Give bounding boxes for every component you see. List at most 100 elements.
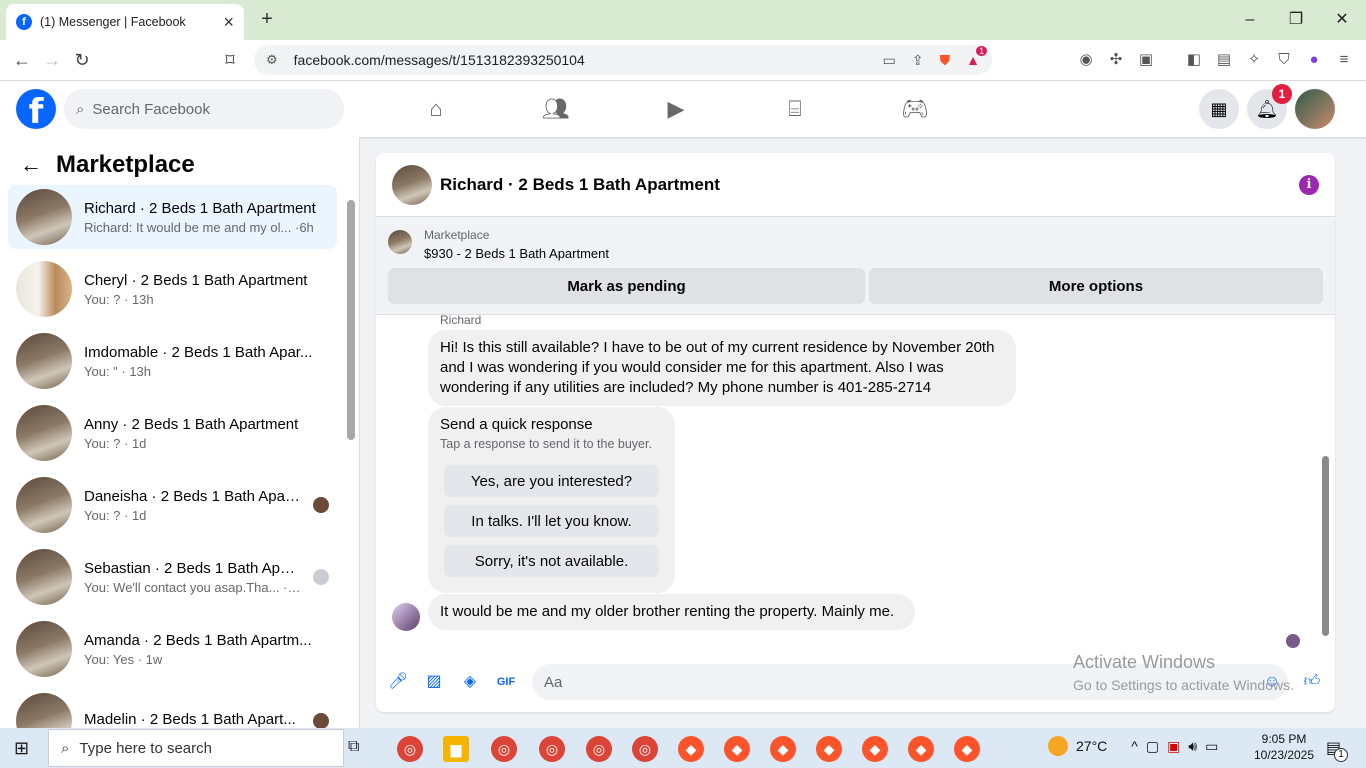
share-icon[interactable]: ⇪ [912,52,924,69]
quick-response-button[interactable]: Yes, are you interested? [444,465,659,497]
brave-shield-icon[interactable]: ⛊ [940,52,951,69]
leo-ai-icon[interactable]: ✧ [1244,50,1264,70]
conversation-item[interactable]: Anny · 2 Beds 1 Bath Apartment You: ? · 1… [8,401,337,465]
minimize-icon[interactable]: – [1230,6,1270,34]
back-arrow-icon[interactable]: ← [20,152,42,178]
listing-thumbnail [16,189,72,245]
vpn-icon[interactable]: ⛉ [1274,50,1294,70]
network-icon[interactable]: ▭ [1205,738,1218,755]
sidebar-icon[interactable]: ◧ [1184,50,1204,70]
acrobat-icon[interactable]: ▣ [1167,738,1180,755]
file-explorer-icon[interactable]: ▆ [443,736,469,762]
weather-sun-icon[interactable] [1048,736,1068,756]
weather-temp[interactable]: 27°C [1076,738,1107,754]
windows-start-icon[interactable]: ⊞ [14,738,29,759]
list-scrollbar[interactable] [347,200,355,440]
install-icon[interactable]: ▭ [883,52,896,69]
conversation-item[interactable]: Daneisha · 2 Beds 1 Bath Apar... You: ? ·… [8,473,337,537]
menu-grid-icon[interactable]: ▦ [1199,89,1239,129]
conversation-preview: You: " · 13h [84,363,152,379]
microphone-icon[interactable]: 🎤︎ [388,672,408,692]
brave-icon[interactable]: ◆ [816,736,842,762]
sender-avatar[interactable] [392,603,420,631]
brave-icon[interactable]: ◆ [678,736,704,762]
profile-icon[interactable]: ● [1304,50,1324,70]
chrome-profile-icon[interactable]: ◎ [586,736,612,762]
marketplace-label: Marketplace [424,228,490,242]
brave-icon[interactable]: ◆ [862,736,888,762]
listing-thumbnail [16,621,72,677]
url-text: facebook.com/messages/t/1513182393250104 [293,52,585,68]
brave-icon[interactable]: ◆ [724,736,750,762]
bookmark-icon[interactable]: ⌑ [218,48,242,72]
mark-as-pending-button[interactable]: Mark as pending [388,268,865,304]
close-tab-icon[interactable]: × [223,12,234,33]
facebook-logo-icon[interactable]: f [16,89,56,132]
conversation-item[interactable]: Richard · 2 Beds 1 Bath Apartment Richard… [8,185,337,249]
facebook-search[interactable]: ⌕ Search Facebook [64,89,344,129]
brave-icon[interactable]: ◆ [770,736,796,762]
task-view-icon[interactable]: ⧉ [348,738,359,756]
tab-search-icon[interactable]: ▣ [1136,50,1156,70]
conversation-name: Anny · 2 Beds 1 Bath Apartment [84,415,299,433]
chrome-icon[interactable]: ◎ [397,736,423,762]
listing-thumbnail[interactable] [392,164,432,205]
chrome-profile-icon[interactable]: ◎ [491,736,517,762]
chat-title[interactable]: Richard · 2 Beds 1 Bath Apartment [440,175,720,195]
search-input[interactable]: Search Facebook [92,101,210,118]
info-icon[interactable]: i [1299,174,1319,195]
extensions-icon[interactable]: ✣ [1106,50,1126,70]
forward-icon[interactable]: → [40,48,64,72]
chat-scrollbar[interactable] [1322,456,1329,636]
conversation-item[interactable]: Sebastian · 2 Beds 1 Bath Apar... You: We… [8,545,337,609]
photo-icon[interactable]: ▨ [424,672,444,692]
video-icon[interactable]: ▶ [661,94,691,124]
meet-icon[interactable]: ▢ [1146,738,1159,755]
chrome-profile-icon[interactable]: ◎ [539,736,565,762]
listing-title[interactable]: $930 - 2 Beds 1 Bath Apartment [424,246,609,261]
conversation-item[interactable]: Cheryl · 2 Beds 1 Bath Apartment You: ? ·… [8,257,337,321]
conversation-preview: You: We'll contact you asap.Tha... · 1d [84,579,301,595]
friends-icon[interactable]: 👥︎ [541,94,571,124]
conversation-item[interactable]: Imdomable · 2 Beds 1 Bath Apar... You: " … [8,329,337,393]
sticker-icon[interactable]: ◈ [460,672,480,692]
taskbar-search[interactable]: ⌕ Type here to search [48,729,344,767]
account-avatar[interactable] [1295,89,1335,129]
site-info-icon[interactable]: ⚙ [266,52,278,68]
gif-icon[interactable]: GIF [496,672,516,692]
like-thumb-icon[interactable]: 👍︎ [1302,672,1322,692]
maximize-icon[interactable]: ❐ [1276,6,1316,34]
listing-thumbnail [16,549,72,605]
menu-icon[interactable]: ≡ [1334,50,1354,70]
message-bubble[interactable]: Hi! Is this still available? I have to b… [428,330,1016,406]
wallet-icon[interactable]: ▤ [1214,50,1234,70]
new-tab-icon[interactable]: + [256,8,278,30]
facebook-favicon-icon: f [16,14,32,30]
browser-tab[interactable]: f (1) Messenger | Facebook × [6,4,244,40]
brave-icon[interactable]: ◆ [954,736,980,762]
brave-icon[interactable]: ◆ [908,736,934,762]
listing-thumbnail [16,405,72,461]
marketplace-icon[interactable]: ⌸ [780,94,810,124]
seen-avatar [1286,634,1300,648]
window-close-icon[interactable]: ✕ [1322,6,1362,34]
volume-icon[interactable]: 🔊︎ [1188,738,1197,755]
back-icon[interactable]: ← [10,48,34,72]
home-icon[interactable]: ⌂ [421,94,451,124]
quick-response-button[interactable]: In talks. I'll let you know. [444,505,659,537]
reload-icon[interactable]: ↻ [70,48,94,72]
conversation-name: Richard · 2 Beds 1 Bath Apartment [84,199,316,217]
record-icon[interactable]: ◉ [1076,50,1096,70]
more-options-button[interactable]: More options [869,268,1323,304]
message-bubble[interactable]: It would be me and my older brother rent… [428,594,915,630]
conversation-item[interactable]: Amanda · 2 Beds 1 Bath Apartm... You: Yes… [8,617,337,681]
tray-chevron-icon[interactable]: ^ [1131,738,1138,754]
taskbar-search-input[interactable]: Type here to search [79,740,212,757]
brave-rewards-icon[interactable]: ▲ 1 [966,46,988,68]
conversation-item[interactable]: Madelin · 2 Beds 1 Bath Apart... [8,689,337,728]
quick-response-button[interactable]: Sorry, it's not available. [444,545,659,577]
gaming-icon[interactable]: 🎮︎ [900,94,930,124]
taskbar-clock[interactable]: 9:05 PM 10/23/2025 [1252,731,1316,763]
address-bar[interactable]: ⚙ facebook.com/messages/t/15131823932501… [254,45,992,75]
chrome-profile-icon[interactable]: ◎ [632,736,658,762]
